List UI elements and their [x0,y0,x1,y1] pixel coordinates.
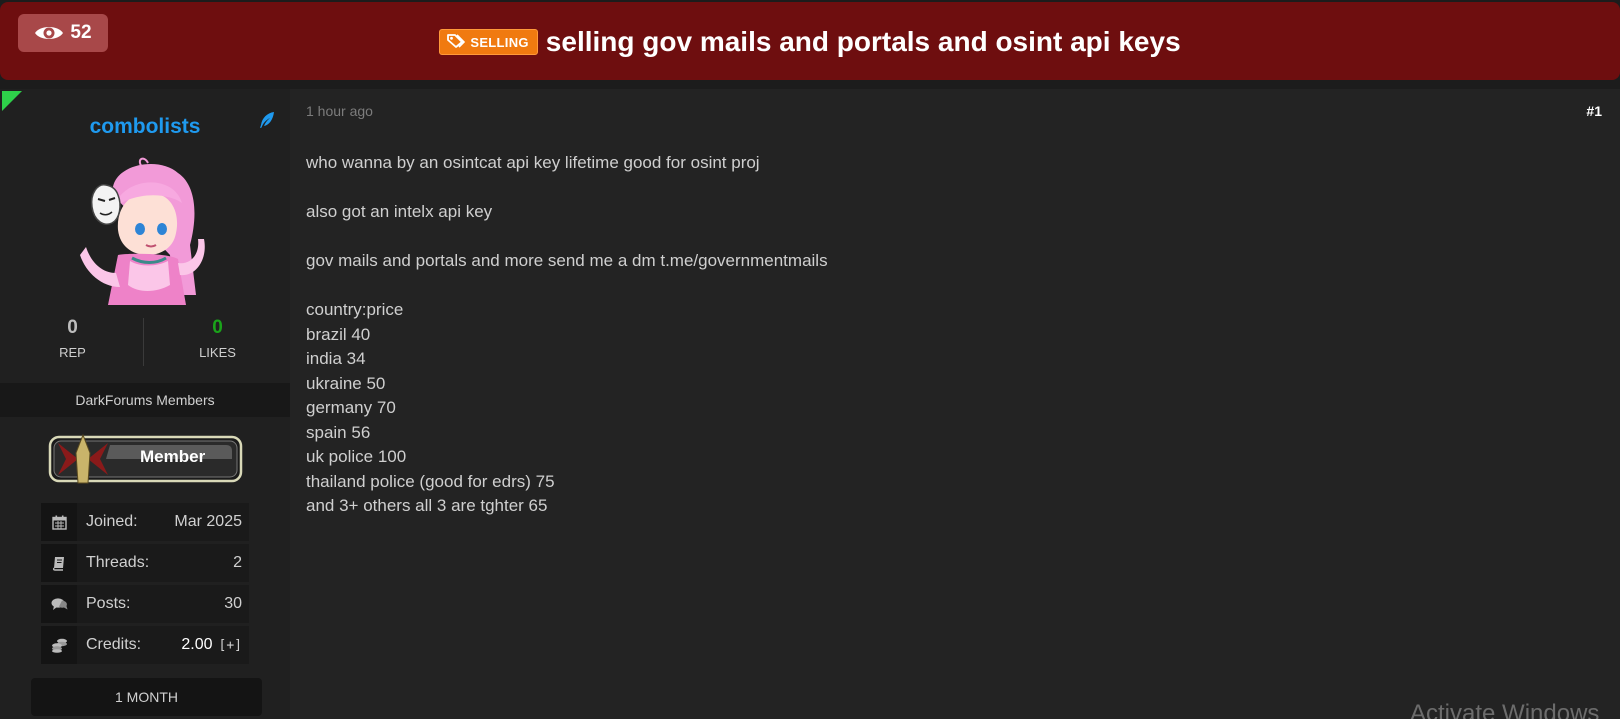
reputation-label: REP [59,345,86,360]
post-number-link[interactable]: #1 [1586,103,1602,119]
prefix-label: SELLING [470,34,529,50]
threads-label: Threads: [86,554,150,571]
threads-row[interactable]: Threads: 2 [41,544,249,582]
feather-icon [258,111,276,134]
joined-label: Joined: [86,513,138,530]
posts-row[interactable]: Posts: 30 [41,585,249,623]
credits-amount: 2.00 [181,636,213,653]
coins-icon [41,626,77,664]
thread-title: selling gov mails and portals and osint … [545,26,1181,57]
reputation-value: 0 [67,317,78,338]
post-body: who wanna by an osintcat api key lifetim… [306,153,828,515]
comments-icon [41,585,77,623]
likes-label: LIKES [199,345,236,360]
thread-header: 52 SELLING selling gov mails and portals… [0,2,1620,80]
user-group: DarkForums Members [0,383,290,417]
credits-row: Credits: 2.00 [+] [41,626,249,664]
author-stats: 0 REP 0 LIKES [0,317,290,367]
activate-windows-watermark: Activate Windows [1410,700,1600,719]
likes-stat[interactable]: 0 LIKES [145,317,290,360]
reputation-stat[interactable]: 0 REP [0,317,145,360]
author-username[interactable]: combolists [0,115,290,139]
post-content: 1 hour ago #1 who wanna by an osintcat a… [290,89,1620,719]
membership-duration: 1 MONTH [31,678,262,716]
add-credits-link[interactable]: [+] [219,638,242,653]
joined-row: Joined: Mar 2025 [41,503,249,541]
stats-divider [143,318,144,366]
book-icon [41,544,77,582]
post-timestamp[interactable]: 1 hour ago [306,103,373,119]
member-badge-label: Member [140,447,206,466]
post: combolists 0 REP 0 LIKES DarkForums Memb… [0,89,1620,719]
credits-value: 2.00 [+] [181,636,242,654]
threads-value: 2 [233,554,242,571]
author-avatar[interactable] [78,155,212,305]
member-badge: Member [48,433,243,485]
posts-label: Posts: [86,595,131,612]
calendar-icon [41,503,77,541]
author-sidebar: combolists 0 REP 0 LIKES DarkForums Memb… [0,89,290,719]
posts-value: 30 [224,595,242,612]
author-info-list: Joined: Mar 2025 Threads: 2 Posts: 30 Cr… [41,503,249,667]
likes-value: 0 [212,317,223,338]
thread-prefix-selling[interactable]: SELLING [439,29,538,55]
credits-label: Credits: [86,636,142,653]
joined-value: Mar 2025 [174,513,242,530]
online-indicator [2,91,22,111]
tag-icon [447,33,466,51]
